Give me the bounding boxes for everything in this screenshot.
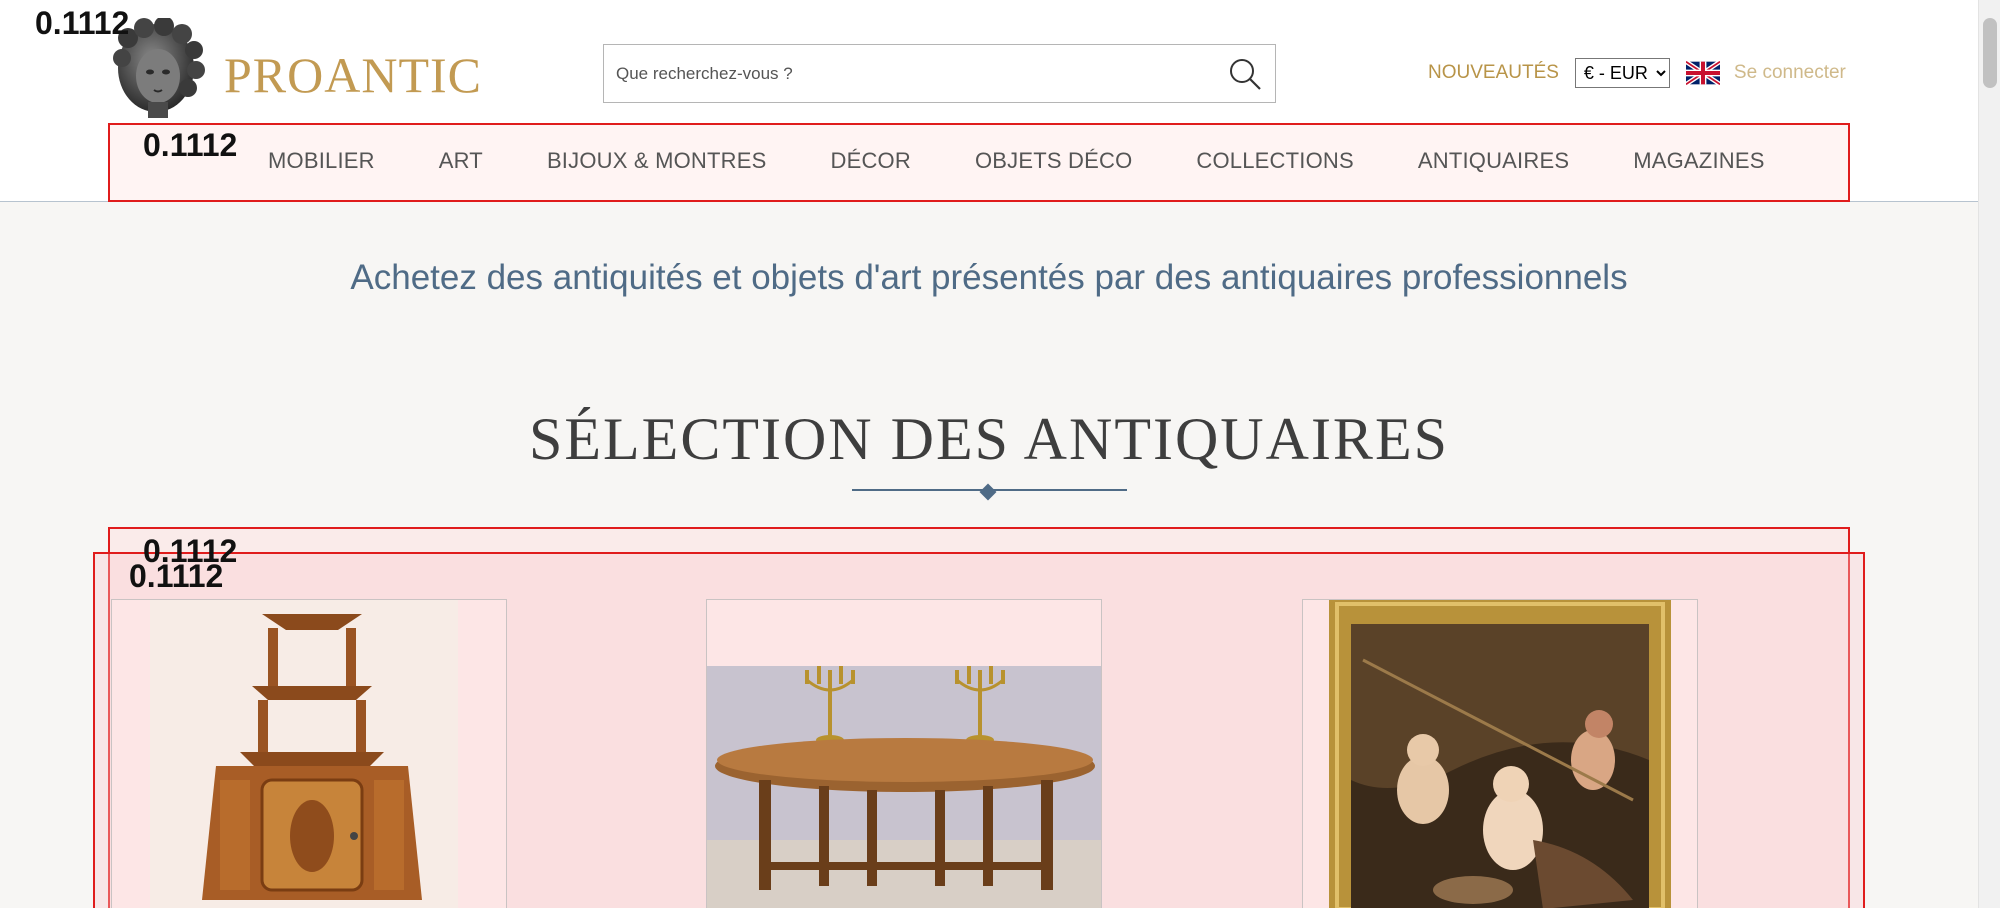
corner-shelf-image: [112, 600, 506, 908]
product-card-painting[interactable]: [1302, 599, 1698, 908]
overlay-score: 0.1112: [35, 5, 130, 41]
product-card-oval-table[interactable]: [706, 599, 1102, 908]
overlay-score: 0.1112: [129, 558, 224, 594]
nav-item-decor[interactable]: DÉCOR: [831, 148, 911, 174]
logo-text: PROANTIC: [224, 47, 483, 103]
scrollbar-thumb[interactable]: [1983, 18, 1997, 88]
nav-item-bijoux-montres[interactable]: BIJOUX & MONTRES: [547, 148, 767, 174]
page-scrollbar[interactable]: [1978, 0, 2000, 908]
overlay-score: 0.1112: [143, 127, 238, 163]
header-actions: NOUVEAUTÉS € - EUR Se connecter: [1428, 56, 1846, 90]
new-arrivals-link[interactable]: NOUVEAUTÉS: [1428, 62, 1559, 84]
nav-item-art[interactable]: ART: [439, 148, 483, 174]
nav-item-collections[interactable]: COLLECTIONS: [1196, 148, 1353, 174]
currency-select[interactable]: € - EUR: [1574, 58, 1670, 88]
login-link[interactable]: Se connecter: [1734, 62, 1846, 84]
framed-painting-image: [1303, 600, 1697, 908]
search-icon: [1230, 58, 1261, 90]
page-tagline: Achetez des antiquités et objets d'art p…: [350, 258, 1628, 297]
nav-item-mobilier[interactable]: MOBILIER: [268, 148, 375, 174]
search-bar: [603, 44, 1276, 103]
section-title: SÉLECTION DES ANTIQUAIRES: [529, 406, 1449, 472]
product-card-corner-shelf[interactable]: [111, 599, 507, 908]
search-button[interactable]: [1215, 45, 1275, 102]
nav-item-antiquaires[interactable]: ANTIQUAIRES: [1418, 148, 1569, 174]
oval-table-image: [707, 600, 1101, 908]
title-divider-diamond: [979, 483, 997, 501]
main-nav: MOBILIER ART BIJOUX & MONTRES DÉCOR OBJE…: [268, 148, 1765, 174]
nav-item-objets-deco[interactable]: OBJETS DÉCO: [975, 148, 1132, 174]
nav-item-magazines[interactable]: MAGAZINES: [1633, 148, 1764, 174]
search-input[interactable]: [604, 45, 1215, 102]
uk-flag-icon[interactable]: [1685, 61, 1720, 85]
